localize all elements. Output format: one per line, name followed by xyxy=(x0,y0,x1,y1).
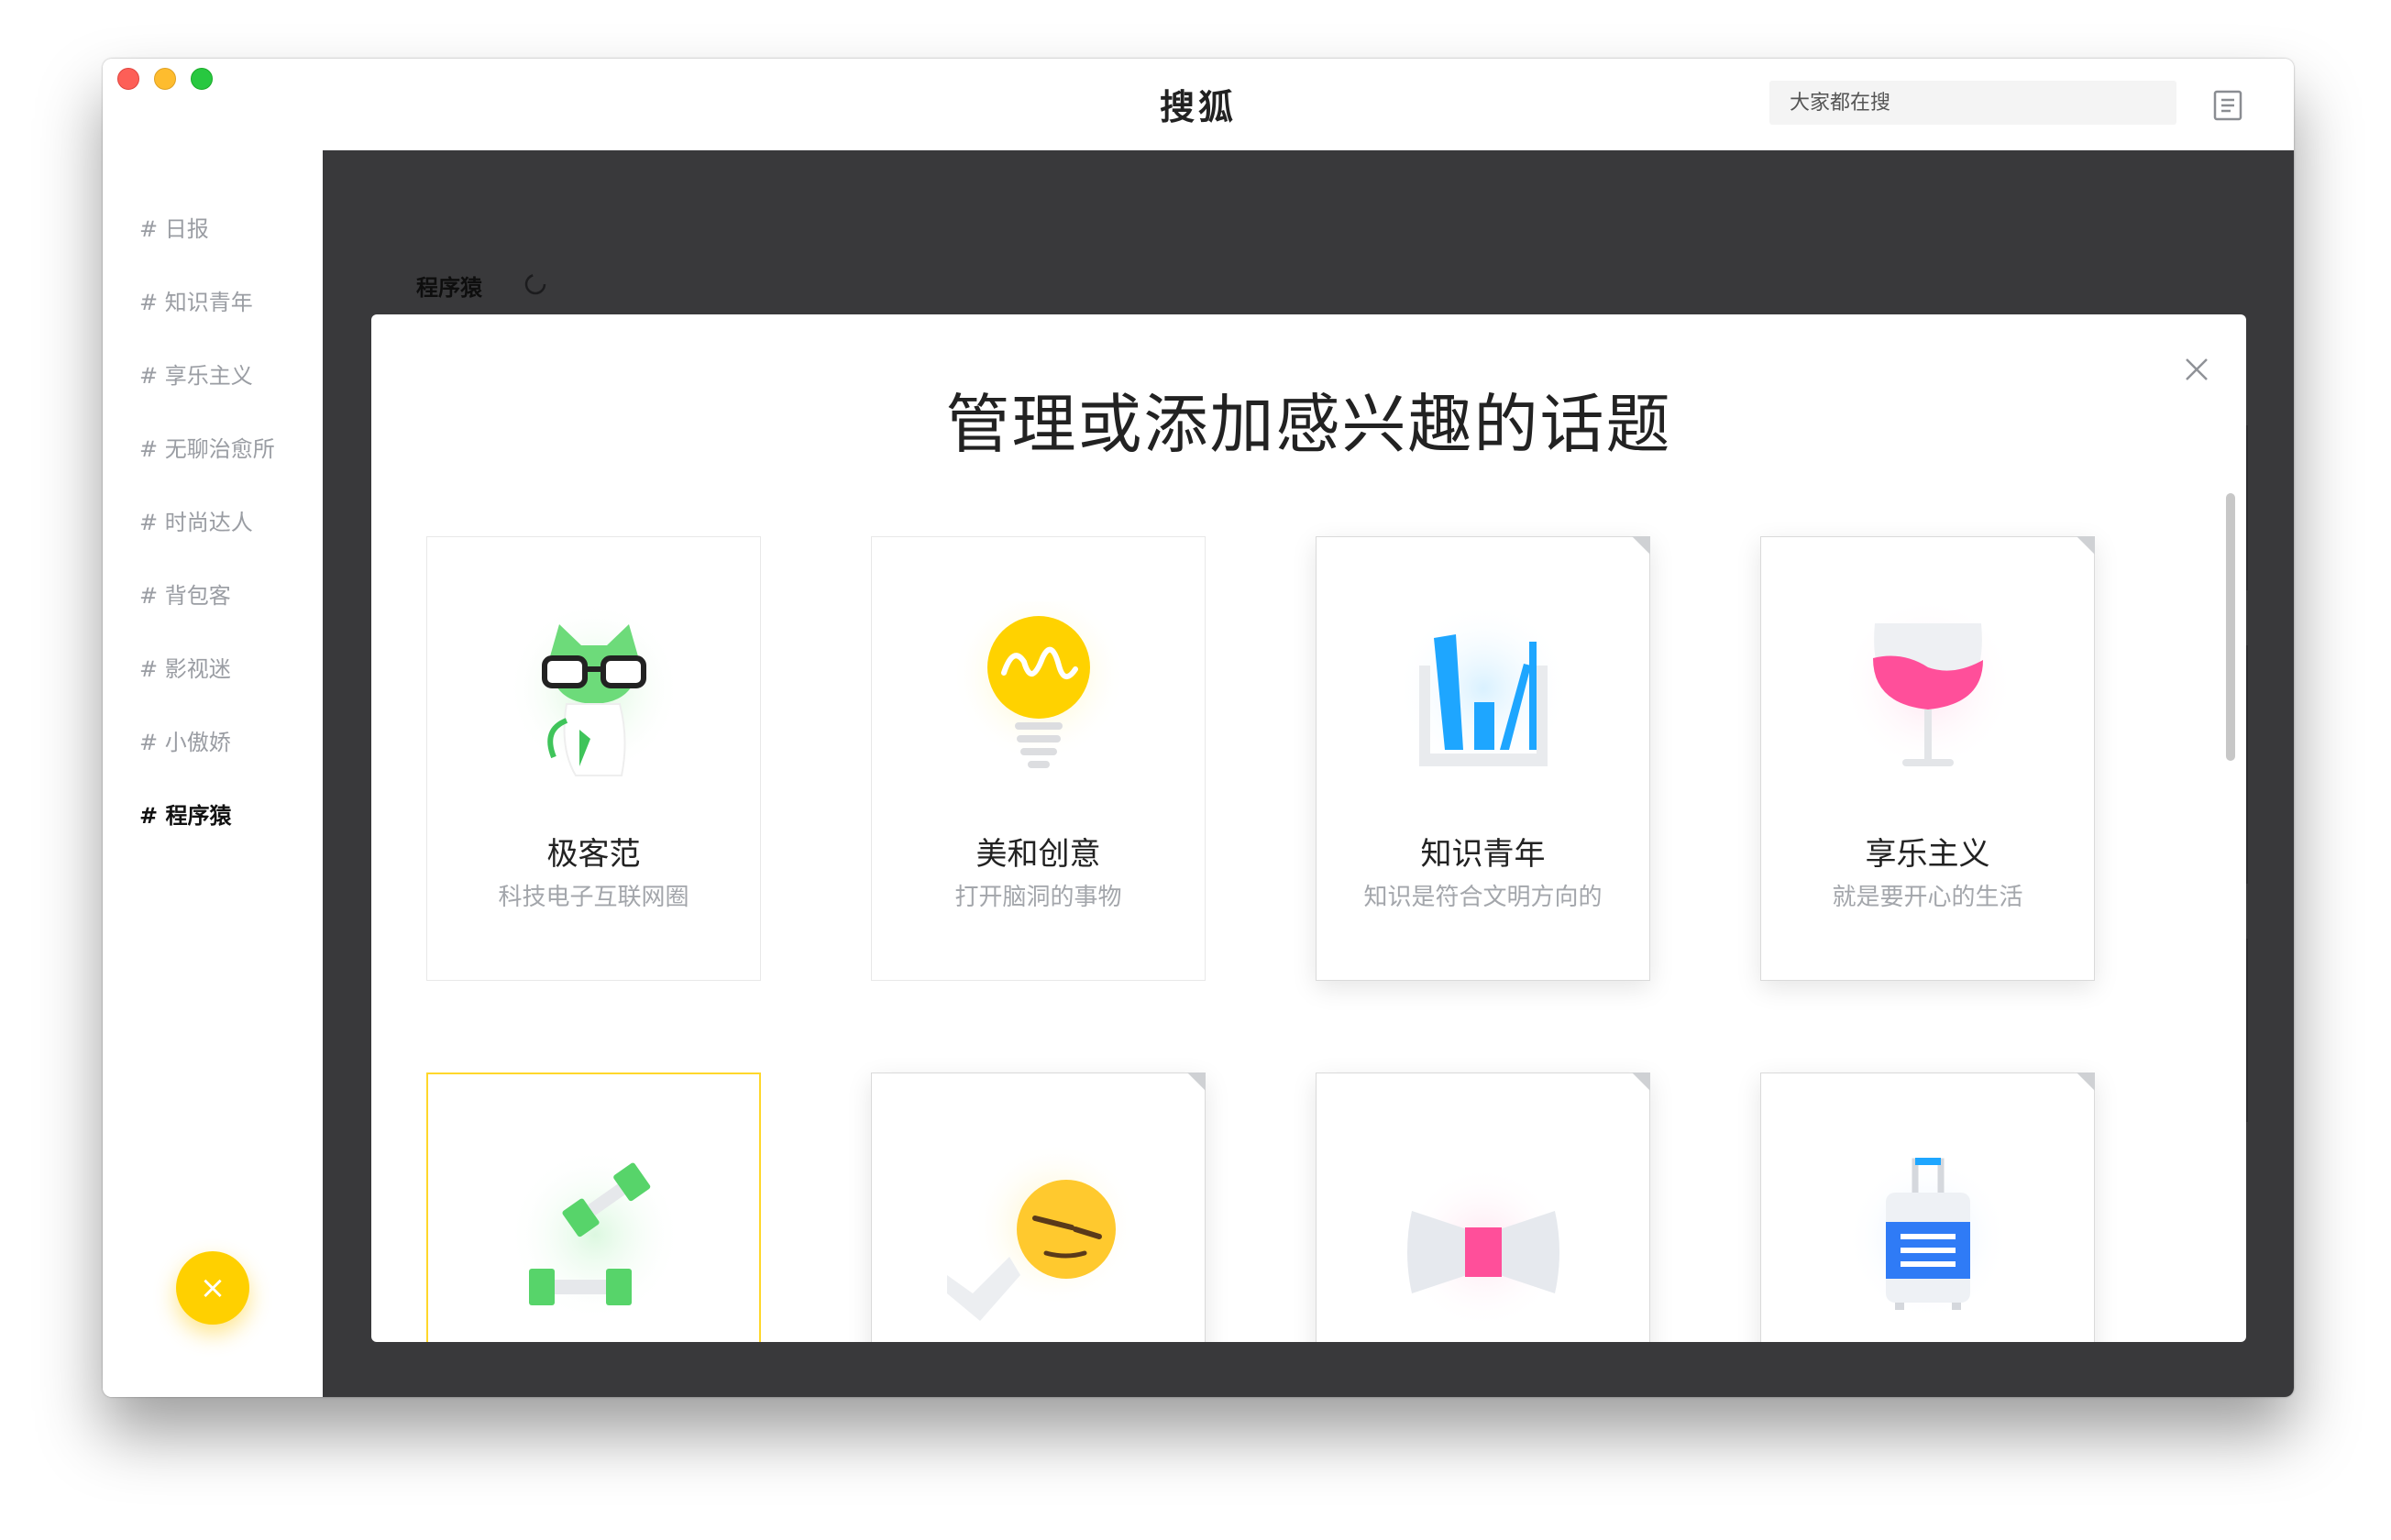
topic-card-geek[interactable]: 极客范 科技电子互联网圈 xyxy=(426,536,761,981)
sidebar-item-fashion[interactable]: # 时尚达人 xyxy=(139,504,253,536)
topic-card-fashion[interactable] xyxy=(1316,1072,1650,1342)
sidebar-item-programmer[interactable]: # 程序猿 xyxy=(139,798,231,830)
topic-card-fitness[interactable] xyxy=(426,1072,761,1342)
sidebar-item-hedonism[interactable]: # 享乐主义 xyxy=(139,358,253,390)
cat-with-glasses-icon xyxy=(507,601,681,776)
card-corner-fold xyxy=(2077,536,2095,555)
sidebar-item-movie-fan[interactable]: # 影视迷 xyxy=(139,651,231,683)
bow-tie-icon xyxy=(1401,1165,1566,1321)
topic-name: 极客范 xyxy=(546,836,641,873)
search-box[interactable] xyxy=(1769,81,2176,125)
modal-title: 管理或添加感兴趣的话题 xyxy=(945,387,1672,462)
sidebar-item-daily[interactable]: # 日报 xyxy=(139,211,209,243)
sidebar-item-backpacker[interactable]: # 背包客 xyxy=(139,578,231,610)
search-input[interactable] xyxy=(1790,81,2156,125)
topic-name: 知识青年 xyxy=(1420,836,1546,873)
bookshelf-icon xyxy=(1396,601,1570,776)
topic-desc: 知识是符合文明方向的 xyxy=(1363,884,1603,911)
topic-card-smug[interactable] xyxy=(871,1072,1206,1342)
smug-face-icon xyxy=(947,1142,1130,1321)
loading-spinner-icon xyxy=(524,273,546,295)
topics-modal: 管理或添加感兴趣的话题 极客范 科技电子互联网圈 美和创意 打开脑洞的事物 知识… xyxy=(371,314,2246,1342)
card-corner-fold xyxy=(1632,1072,1650,1091)
close-topics-button[interactable]: × xyxy=(176,1251,249,1325)
topic-desc: 科技电子互联网圈 xyxy=(498,884,689,911)
channel-heading: 程序猿 xyxy=(416,275,482,301)
sidebar-item-knowledge-youth[interactable]: # 知识青年 xyxy=(139,284,253,316)
dumbbell-icon xyxy=(508,1148,682,1322)
topic-name: 享乐主义 xyxy=(1865,836,1990,873)
topic-card-beauty-creativity[interactable]: 美和创意 打开脑洞的事物 xyxy=(871,536,1206,981)
card-corner-fold xyxy=(2077,1072,2095,1091)
topic-desc: 打开脑洞的事物 xyxy=(954,884,1122,911)
document-icon[interactable] xyxy=(2213,90,2242,121)
wine-glass-icon xyxy=(1841,601,2015,771)
lightbulb-icon xyxy=(952,601,1126,768)
sidebar-item-tsundere[interactable]: # 小傲娇 xyxy=(139,724,231,756)
modal-scrollbar[interactable] xyxy=(2226,493,2235,761)
app-window: 搜狐 # 日报 # 知识青年 # 享乐主义 # 无聊治愈所 # 时尚达人 # 背… xyxy=(103,59,2294,1397)
topic-card-hedonism[interactable]: 享乐主义 就是要开心的生活 xyxy=(1760,536,2095,981)
topic-card-travel[interactable] xyxy=(1760,1072,2095,1342)
sidebar: # 日报 # 知识青年 # 享乐主义 # 无聊治愈所 # 时尚达人 # 背包客 … xyxy=(103,150,323,1397)
suitcase-icon xyxy=(1846,1156,2011,1321)
card-corner-fold xyxy=(1187,1072,1206,1091)
title-bar: 搜狐 xyxy=(103,59,2294,150)
topic-name: 美和创意 xyxy=(975,836,1101,873)
topic-card-knowledge-youth[interactable]: 知识青年 知识是符合文明方向的 xyxy=(1316,536,1650,981)
sidebar-item-boredom-cure[interactable]: # 无聊治愈所 xyxy=(139,431,275,463)
card-corner-fold xyxy=(1632,536,1650,555)
topic-desc: 就是要开心的生活 xyxy=(1832,884,2023,911)
